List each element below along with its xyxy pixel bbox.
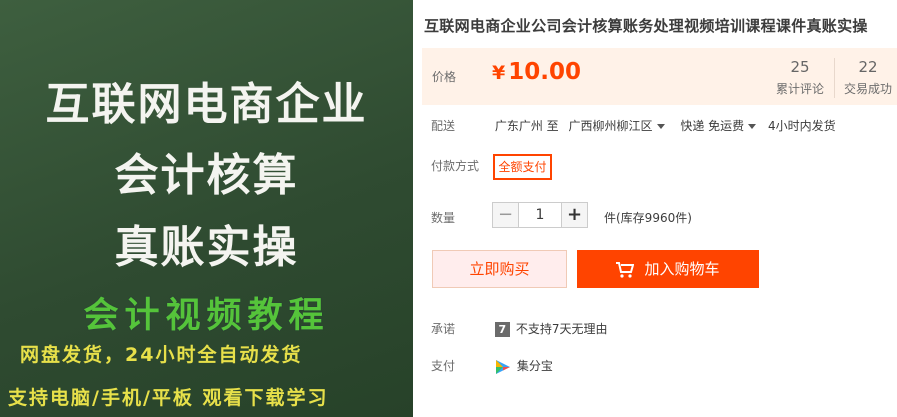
promise-label: 承诺 [431,322,456,336]
shipping-method-select[interactable]: 快递 免运费 [680,119,757,133]
currency-symbol: ¥ [492,62,506,84]
cart-icon [616,261,635,278]
delivery-label: 配送 [431,119,456,133]
product-image[interactable]: 互联网电商企业 会计核算 真账实操 会计视频教程 网盘发货，24小时全自动发货 … [0,0,413,417]
quantity-minus-button[interactable]: − [492,202,519,228]
add-to-cart-button[interactable]: 加入购物车 [577,250,759,288]
pay-method: 集分宝 [516,359,553,373]
payment-option-full[interactable]: 全额支付 [493,154,552,180]
promise-text[interactable]: 不支持7天无理由 [516,322,608,336]
seven-day-icon: 7 [494,322,510,337]
quantity-plus-button[interactable]: + [561,202,588,228]
price-panel: 价格 ¥10.00 25 累计评论 22 交易成功 [422,48,897,105]
quantity-label: 数量 [431,211,456,225]
image-text-line4: 会计视频教程 [83,296,330,336]
product-title: 互联网电商企业公司会计核算账务处理视频培训课程课件真账实操 [424,17,868,35]
stock-info: 件(库存9960件) [604,211,692,225]
delivery-to: 广西柳州柳江区 [568,119,653,133]
image-text-line6: 支持电脑/手机/平板 观看下载学习 [8,387,329,409]
reviews-stat[interactable]: 25 累计评论 [767,58,833,97]
image-text-line3: 真账实操 [114,222,299,273]
payment-label: 付款方式 [431,159,480,173]
price-amount: 10.00 [508,59,581,85]
reviews-count: 25 [790,58,810,76]
price-value: ¥10.00 [492,59,581,85]
sales-count: 22 [858,58,878,76]
reviews-label: 累计评论 [775,82,824,96]
price-label: 价格 [432,70,457,84]
image-text-line1: 互联网电商企业 [45,79,368,130]
chevron-down-icon [748,124,757,129]
shipping-time: 4小时内发货 [767,119,836,133]
delivery-to-select[interactable]: 广西柳州柳江区 [568,119,665,133]
promise-row: 承诺 7 不支持7天无理由 [431,320,607,337]
image-text-line2: 会计核算 [114,150,299,201]
sales-stat: 22 交易成功 [834,58,897,98]
chevron-down-icon [656,124,665,129]
pay-row: 支付 集分宝 [431,357,553,375]
delivery-from: 广东广州 至 [494,119,559,133]
pay-label: 支付 [431,359,456,373]
buy-now-button[interactable]: 立即购买 [432,250,567,288]
quantity-input[interactable]: 1 [519,202,561,228]
shipping-method: 快递 免运费 [680,119,745,133]
jifenbao-icon [495,359,510,374]
delivery-row: 配送 广东广州 至 广西柳州柳江区 快递 免运费 4小时内发货 [431,117,836,134]
image-text-line5: 网盘发货，24小时全自动发货 [20,344,303,366]
add-to-cart-label: 加入购物车 [644,260,720,278]
sales-label: 交易成功 [843,82,892,96]
